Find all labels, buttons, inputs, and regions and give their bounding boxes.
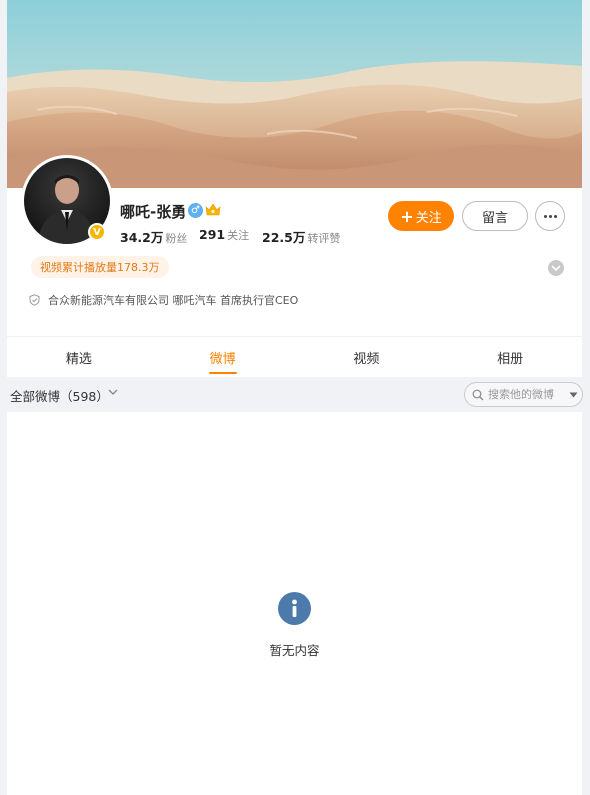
follow-button[interactable]: + 关注 (388, 201, 454, 231)
stat-value: 22.5万 (262, 230, 306, 245)
user-name: 哪吒-张勇 (120, 203, 187, 221)
dot-icon (548, 214, 552, 218)
plus-icon: + (400, 206, 414, 226)
shield-icon (29, 294, 40, 306)
tab-album[interactable]: 相册 (438, 337, 582, 377)
vip-crown-icon[interactable] (205, 203, 221, 217)
stat-value: 291 (199, 227, 226, 242)
message-button[interactable]: 留言 (462, 201, 528, 231)
follow-label: 关注 (415, 210, 442, 226)
stat-label: 关注 (227, 229, 250, 242)
tab-video[interactable]: 视频 (295, 337, 439, 377)
caret-down-icon[interactable] (569, 392, 578, 398)
stat-following[interactable]: 291 关注 (199, 227, 249, 243)
stat-reposts-comments-likes: 22.5万 转评赞 (262, 227, 340, 246)
dot-icon (543, 214, 547, 218)
search-icon (472, 389, 484, 400)
video-play-count-tag: 视频累计播放量178.3万 (31, 256, 169, 278)
more-options-button[interactable] (535, 201, 565, 231)
info-icon (278, 592, 311, 625)
stat-label: 转评赞 (307, 232, 341, 245)
expand-chevron-icon[interactable] (548, 260, 564, 276)
profile-page: V 哪吒-张勇 ♂ 34.2万 粉丝 291 关注 22.5万 转评赞 + 关注 留言… (7, 0, 583, 795)
company-info: 合众新能源汽车有限公司 哪吒汽车 首席执行官CEO (29, 292, 298, 308)
stat-followers[interactable]: 34.2万 粉丝 (120, 227, 187, 246)
sand-dunes-image (7, 0, 582, 188)
search-posts-box[interactable] (464, 382, 583, 407)
male-gender-icon: ♂ (188, 203, 203, 218)
empty-state-text: 暂无内容 (269, 643, 320, 658)
tab-featured[interactable]: 精选 (7, 337, 151, 377)
chevron-down-icon[interactable] (108, 389, 118, 396)
stat-label: 粉丝 (165, 232, 188, 245)
tab-weibo[interactable]: 微博 (151, 337, 295, 377)
search-input[interactable] (488, 388, 568, 401)
profile-tabs: 精选 微博 视频 相册 (7, 337, 582, 377)
company-text: 合众新能源汽车有限公司 哪吒汽车 首席执行官CEO (48, 294, 299, 307)
dot-icon (553, 214, 557, 218)
stat-value: 34.2万 (120, 230, 164, 245)
all-posts-filter[interactable]: 全部微博（598） (10, 386, 109, 405)
cover-banner (7, 0, 582, 188)
filter-bar: 全部微博（598） (7, 377, 583, 412)
verified-badge-icon: V (88, 223, 106, 241)
